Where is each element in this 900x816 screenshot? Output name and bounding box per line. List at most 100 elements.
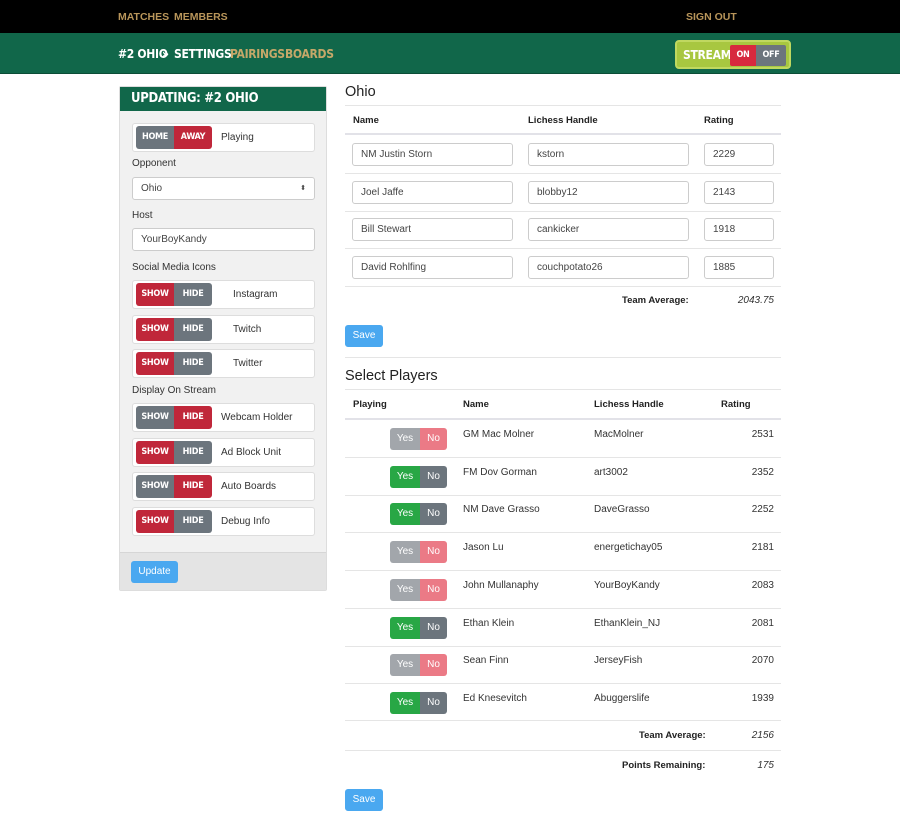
toggle-label: Instagram	[233, 289, 278, 300]
tab-boards[interactable]: BOARDS	[285, 47, 334, 61]
points-remaining-label: Points Remaining:	[622, 760, 706, 771]
toggle-label: Twitter	[233, 358, 263, 369]
no-button[interactable]: No	[420, 541, 447, 564]
panel-title: UPDATING: #2 OHIO	[120, 87, 326, 111]
yes-button[interactable]: Yes	[390, 503, 420, 526]
nav-members[interactable]: MEMBERS	[174, 11, 228, 23]
no-button[interactable]: No	[420, 428, 447, 450]
opponent-label: Opponent	[132, 158, 176, 169]
lichess-handle-input[interactable]: couchpotato26	[528, 256, 689, 280]
divider	[345, 133, 781, 135]
toggle-label: Webcam Holder	[221, 412, 293, 423]
yes-button[interactable]: Yes	[390, 578, 420, 601]
yes-button[interactable]: Yes	[390, 691, 420, 714]
show-button[interactable]: SHOW	[136, 406, 174, 429]
home-button[interactable]: HOME	[136, 126, 174, 149]
nav-sign-out[interactable]: SIGN OUT	[686, 11, 737, 23]
tab-pairings[interactable]: PAIRINGS	[230, 47, 285, 61]
player-name: Jason Lu	[463, 542, 504, 554]
table-row: Yes No Ethan Klein EthanKlein_NJ 2081	[345, 609, 781, 647]
update-button[interactable]: Update	[131, 561, 178, 583]
table-row: Yes No Ed Knesevitch Abuggerslife 1939	[345, 684, 781, 721]
display-label: Display On Stream	[132, 385, 216, 396]
divider	[345, 210, 781, 212]
yes-button[interactable]: Yes	[390, 541, 420, 564]
rating: 2083	[751, 579, 774, 591]
player-name-input[interactable]: Joel Jaffe	[352, 180, 513, 204]
panel-footer: Update	[120, 552, 326, 590]
select-save-button[interactable]: Save	[345, 789, 383, 811]
yes-button[interactable]: Yes	[390, 616, 420, 639]
rating-input[interactable]: 2143	[704, 180, 774, 204]
no-button[interactable]: No	[420, 654, 447, 677]
team-save-button[interactable]: Save	[345, 325, 383, 347]
show-button[interactable]: SHOW	[136, 352, 174, 375]
no-button[interactable]: No	[420, 465, 447, 488]
rating: 2252	[751, 504, 774, 516]
table-row: Yes No GM Mac Molner MacMolner 2531	[345, 420, 781, 458]
yes-button[interactable]: Yes	[390, 654, 420, 677]
player-name: Ed Knesevitch	[463, 692, 527, 704]
show-button[interactable]: SHOW	[136, 509, 174, 533]
show-button[interactable]: SHOW	[136, 283, 174, 306]
stream-on-button[interactable]: ON	[730, 45, 756, 66]
select-average-value: 2156	[751, 730, 774, 741]
divider	[345, 248, 781, 250]
hide-button[interactable]: HIDE	[174, 406, 212, 429]
toggle-label: Twitch	[233, 323, 262, 335]
playing-toggle: Yes No	[390, 578, 447, 601]
host-input[interactable]: YourBoyKandy	[132, 228, 315, 251]
table-row: Yes No Sean Finn JerseyFish 2070	[345, 646, 781, 685]
lichess-handle: energetichay05	[594, 542, 663, 554]
divider	[345, 105, 781, 106]
playing-toggle: Yes No	[390, 428, 447, 450]
breadcrumb-settings: SETTINGS	[174, 47, 232, 61]
hide-button[interactable]: HIDE	[174, 440, 212, 464]
playing-toggle: Yes No	[390, 616, 447, 639]
divider	[345, 357, 781, 358]
away-button[interactable]: AWAY	[174, 126, 212, 149]
hide-button[interactable]: HIDE	[174, 475, 212, 498]
col-name: Name	[353, 115, 379, 126]
yes-button[interactable]: Yes	[390, 428, 420, 450]
rating-input[interactable]: 1885	[704, 256, 774, 280]
team-average-label: Team Average:	[622, 295, 689, 306]
rating-input[interactable]: 1918	[704, 218, 774, 242]
table-row: Yes No John Mullanaphy YourBoyKandy 2083	[345, 571, 781, 609]
show-button[interactable]: SHOW	[136, 440, 174, 464]
hide-button[interactable]: HIDE	[174, 283, 212, 306]
stream-off-button[interactable]: OFF	[756, 45, 786, 66]
home-away-toggle: HOME AWAY Playing	[132, 123, 315, 152]
toggle-ad-block-unit: SHOW HIDE Ad Block Unit	[132, 437, 315, 467]
lichess-handle-input[interactable]: blobby12	[528, 180, 689, 204]
opponent-select[interactable]: Ohio ⬍	[132, 177, 315, 200]
show-button[interactable]: SHOW	[136, 317, 174, 341]
hide-button[interactable]: HIDE	[174, 352, 212, 375]
toggle-instagram: SHOW HIDE Instagram	[132, 280, 315, 309]
breadcrumb-team[interactable]: #2 OHIO	[118, 47, 168, 61]
rating: 1939	[751, 692, 774, 704]
player-name-input[interactable]: Bill Stewart	[352, 218, 513, 242]
playing-toggle: Yes No	[390, 465, 447, 488]
no-button[interactable]: No	[420, 578, 447, 601]
yes-button[interactable]: Yes	[390, 465, 420, 488]
show-button[interactable]: SHOW	[136, 475, 174, 498]
nav-matches[interactable]: MATCHES	[118, 11, 169, 23]
hide-button[interactable]: HIDE	[174, 317, 212, 341]
col-handle: Lichess Handle	[594, 399, 664, 410]
no-button[interactable]: No	[420, 616, 447, 639]
lichess-handle-input[interactable]: cankicker	[528, 218, 689, 242]
toggle-twitter: SHOW HIDE Twitter	[132, 349, 315, 378]
divider	[345, 286, 781, 288]
lichess-handle-input[interactable]: kstorn	[528, 143, 689, 166]
rating-input[interactable]: 2229	[704, 143, 774, 166]
social-label: Social Media Icons	[132, 262, 216, 273]
player-name: Sean Finn	[463, 655, 509, 667]
team-average-value: 2043.75	[737, 295, 774, 306]
player-name-input[interactable]: David Rohlfing	[352, 256, 513, 280]
no-button[interactable]: No	[420, 503, 447, 526]
no-button[interactable]: No	[420, 691, 447, 714]
hide-button[interactable]: HIDE	[174, 509, 212, 533]
top-nav: MATCHES MEMBERS SIGN OUT	[0, 0, 900, 33]
player-name-input[interactable]: NM Justin Storn	[352, 143, 513, 166]
